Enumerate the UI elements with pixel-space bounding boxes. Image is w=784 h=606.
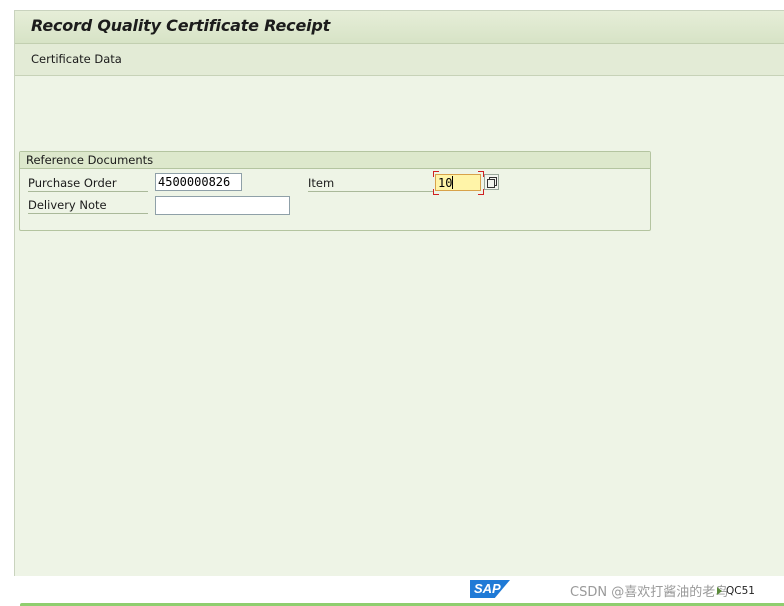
main-window: Record Quality Certificate Receipt Certi…: [14, 10, 784, 577]
transaction-code: QC51: [726, 585, 755, 597]
sap-logo: SAP: [470, 580, 510, 598]
system-info-triangle-icon[interactable]: [717, 587, 722, 595]
item-value: 10: [438, 176, 453, 190]
status-bar: SAP CSDN @喜欢打酱油的老鸟 QC51: [0, 576, 784, 606]
purchase-order-label: Purchase Order: [28, 176, 148, 192]
reference-documents-group: Reference Documents Purchase Order 45000…: [19, 151, 651, 231]
focus-corner: [433, 189, 439, 195]
item-label: Item: [308, 176, 434, 192]
delivery-note-label: Delivery Note: [28, 198, 148, 214]
watermark-text: CSDN @喜欢打酱油的老鸟: [570, 585, 729, 600]
title-bar: Record Quality Certificate Receipt: [15, 11, 784, 44]
delivery-note-input[interactable]: [155, 196, 290, 215]
page-title: Record Quality Certificate Receipt: [31, 16, 331, 35]
application-toolbar: Certificate Data: [15, 44, 784, 76]
certificate-data-button[interactable]: Certificate Data: [31, 52, 122, 66]
purchase-order-input[interactable]: 4500000826: [155, 173, 242, 191]
text-cursor: [452, 176, 454, 189]
value-help-icon[interactable]: [484, 174, 499, 190]
group-title: Reference Documents: [20, 152, 650, 169]
focus-corner: [433, 171, 439, 177]
item-input[interactable]: 10: [435, 174, 481, 191]
